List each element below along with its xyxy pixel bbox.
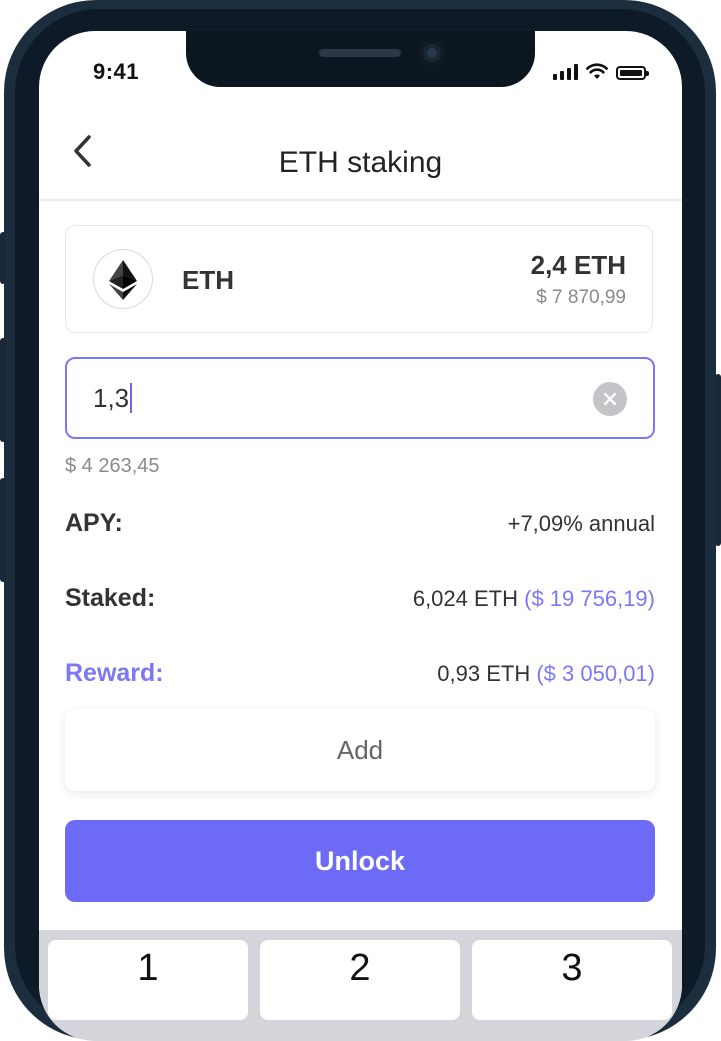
stake-amount-input[interactable]: 1,3 (65, 357, 655, 439)
reward-fiat: ($ 3 050,01) (536, 661, 655, 686)
asset-card[interactable]: ETH 2,4 ETH $ 7 870,99 (65, 225, 653, 333)
text-caret (130, 383, 133, 414)
front-camera (419, 40, 445, 66)
asset-symbol: ETH (182, 265, 234, 295)
reward-eth: 0,93 ETH (437, 661, 531, 686)
reward-value: 0,93 ETH ($ 3 050,01) (437, 661, 655, 687)
reward-label: Reward: (65, 659, 164, 687)
add-button[interactable]: Add (65, 709, 655, 791)
cellular-signal-icon (553, 64, 578, 80)
speaker-grille (319, 49, 401, 57)
apy-label: APY: (65, 509, 123, 537)
power-button (715, 374, 721, 546)
amount-fiat-value: $ 4 263,45 (65, 455, 160, 477)
mute-switch (0, 232, 6, 284)
status-time: 9:41 (93, 59, 140, 84)
asset-balance-fiat: $ 7 870,99 (536, 287, 626, 308)
key-2[interactable]: 2 (260, 940, 460, 1020)
status-icons (553, 62, 649, 80)
asset-balance: 2,4 ETH (530, 250, 626, 280)
staked-value: 6,024 ETH ($ 19 756,19) (413, 586, 655, 612)
key-3[interactable]: 3 (472, 940, 672, 1020)
ethereum-icon (93, 249, 153, 309)
phone-screen: 9:41 ETH staking ETH 2,4 ETH $ 7 870,99 … (39, 31, 682, 1041)
volume-down-button (0, 478, 6, 582)
staked-label: Staked: (65, 584, 156, 612)
apy-value: +7,09% annual (507, 511, 655, 536)
amount-input-value: 1,3 (93, 383, 133, 414)
nav-bar: ETH staking (39, 109, 682, 201)
volume-up-button (0, 338, 6, 442)
unlock-button[interactable]: Unlock (65, 820, 655, 902)
key-1[interactable]: 1 (48, 940, 248, 1020)
staked-eth: 6,024 ETH (412, 586, 518, 611)
battery-icon (616, 66, 649, 80)
staked-fiat: ($ 19 756,19) (524, 586, 655, 611)
page-title: ETH staking (278, 146, 443, 179)
clear-x-icon[interactable] (593, 382, 627, 416)
wifi-icon (586, 63, 608, 79)
notch (186, 31, 535, 87)
